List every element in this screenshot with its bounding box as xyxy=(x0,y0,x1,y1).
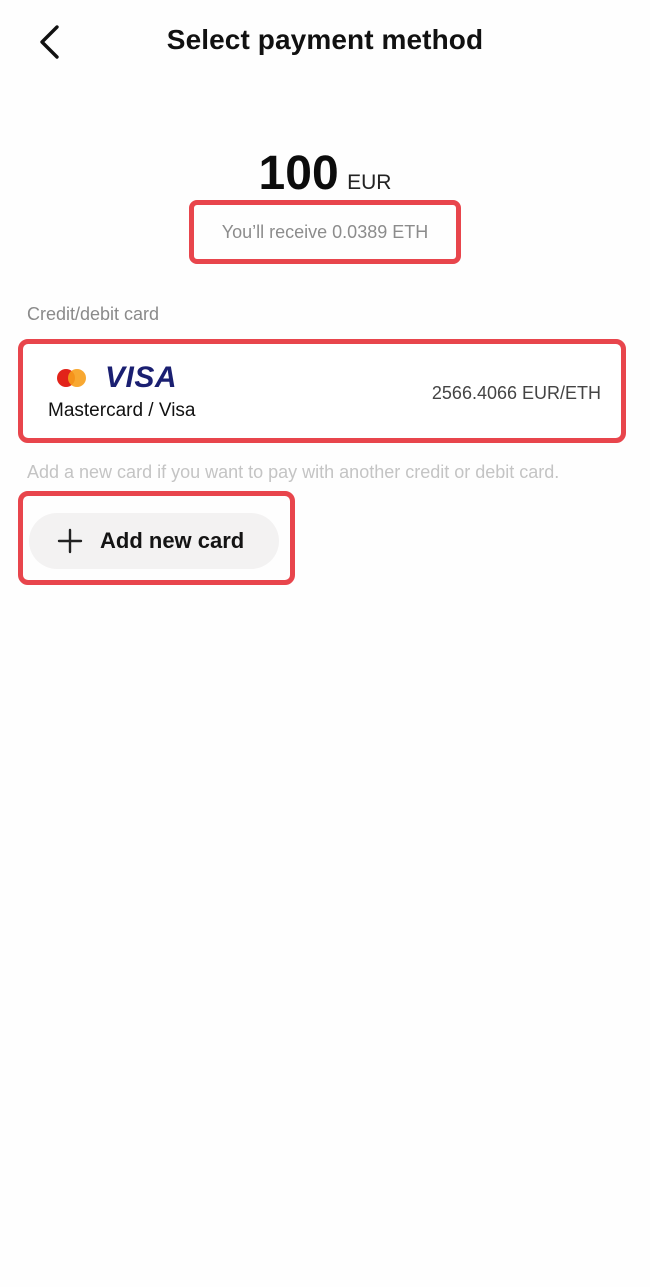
plus-icon xyxy=(57,528,83,554)
exchange-rate: 2566.4066 EUR/ETH xyxy=(431,383,601,403)
amount-display: 100 EUR xyxy=(0,146,650,201)
receive-amount-text: You’ll receive 0.0389 ETH xyxy=(221,221,429,242)
add-new-card-button[interactable]: Add new card xyxy=(29,513,279,569)
add-card-hint: Add a new card if you want to pay with a… xyxy=(27,462,560,482)
amount-currency: EUR xyxy=(347,171,392,194)
payment-option-card[interactable]: VISA Mastercard / Visa 2566.4066 EUR/ETH xyxy=(18,339,626,443)
visa-logo: VISA xyxy=(105,361,178,394)
mastercard-logo xyxy=(55,367,89,389)
header: Select payment method xyxy=(0,0,650,86)
add-new-card-label: Add new card xyxy=(100,528,245,553)
card-logos: VISA xyxy=(55,361,178,394)
payment-method-screen: Select payment method 100 EUR You’ll rec… xyxy=(0,0,650,1287)
page-title: Select payment method xyxy=(166,24,484,55)
receive-amount-box: You’ll receive 0.0389 ETH xyxy=(189,200,461,264)
add-card-highlight: Add new card xyxy=(18,491,295,585)
amount-value: 100 xyxy=(258,147,339,200)
section-label-card: Credit/debit card xyxy=(27,304,160,324)
card-name: Mastercard / Visa xyxy=(48,400,196,421)
